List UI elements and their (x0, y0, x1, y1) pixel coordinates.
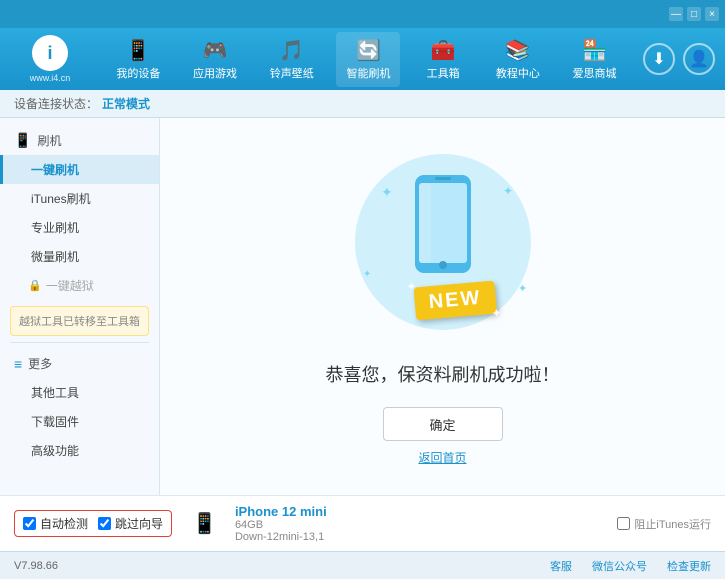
store-icon: 🏪 (582, 38, 607, 63)
toolbox-label: 工具箱 (427, 65, 460, 81)
sidebar-section-flash: 📱 刷机 (0, 126, 159, 155)
device-phone-icon: 📱 (192, 511, 217, 536)
device-info-area: 📱 iPhone 12 mini 64GB Down-12mini-13,1 (182, 504, 327, 543)
jailbreak-notice: 越狱工具已转移至工具箱 (10, 306, 149, 336)
itunes-note-label: 阻止iTunes运行 (634, 516, 711, 532)
minimize-btn[interactable]: — (669, 7, 683, 21)
status-value: 正常模式 (102, 95, 150, 112)
flash-section-icon: 📱 (14, 132, 31, 149)
success-illustration: ✦ ✦ ✦ ✦ ✦ NEW ✦ (333, 147, 553, 347)
sidebar-item-itunes-flash[interactable]: iTunes刷机 (0, 184, 159, 213)
confirm-button[interactable]: 确定 (383, 407, 503, 441)
footer-check-update[interactable]: 检查更新 (667, 558, 711, 574)
nav-toolbox[interactable]: 🧰 工具箱 (413, 32, 473, 87)
app-game-label: 应用游戏 (193, 65, 237, 81)
ringtone-icon: 🎵 (279, 38, 304, 63)
store-label: 爱思商城 (573, 65, 617, 81)
sidebar-item-pro-flash[interactable]: 专业刷机 (0, 213, 159, 242)
more-section-icon: ≡ (14, 356, 22, 372)
sidebar-section-more: ≡ 更多 (0, 349, 159, 378)
toolbox-icon: 🧰 (431, 38, 456, 63)
skip-wizard-checkbox-label[interactable]: 跳过向导 (98, 515, 163, 532)
more-section-label: 更多 (28, 355, 52, 372)
device-checkbox-area: 自动检测 跳过向导 (14, 510, 172, 537)
device-capacity: 64GB (235, 519, 327, 531)
user-button[interactable]: 👤 (683, 43, 715, 75)
my-device-icon: 📱 (126, 38, 151, 63)
status-label: 设备连接状态： (14, 95, 98, 112)
back-home-link[interactable]: 返回首页 (418, 449, 466, 466)
lock-icon: 🔒 (28, 279, 42, 292)
sidebar-item-jailbreak-disabled: 🔒 一键越狱 (0, 271, 159, 300)
success-message: 恭喜您，保资料刷机成功啦！ (326, 361, 560, 387)
logo-icon: i (32, 35, 68, 71)
logo-site: www.i4.cn (30, 73, 71, 83)
svg-text:✦: ✦ (503, 184, 513, 198)
footer-links: 客服 微信公众号 检查更新 (550, 558, 711, 574)
itunes-checkbox[interactable] (617, 517, 630, 530)
title-bar: — □ × (0, 0, 725, 28)
nav-right: ⬇ 👤 (643, 43, 715, 75)
nav-tutorial[interactable]: 📚 教程中心 (486, 32, 550, 87)
svg-text:✦: ✦ (381, 184, 393, 200)
footer-wechat[interactable]: 微信公众号 (592, 558, 647, 574)
smart-flash-icon: 🔄 (356, 38, 381, 63)
header: i www.i4.cn 📱 我的设备 🎮 应用游戏 🎵 铃声壁纸 🔄 智能刷机 … (0, 28, 725, 90)
sidebar-item-advanced[interactable]: 高级功能 (0, 436, 159, 465)
device-info: iPhone 12 mini 64GB Down-12mini-13,1 (225, 504, 327, 543)
content-area: ✦ ✦ ✦ ✦ ✦ NEW ✦ (160, 118, 725, 495)
itunes-label[interactable]: 阻止iTunes运行 (617, 516, 711, 532)
sidebar: 📱 刷机 一键刷机 iTunes刷机 专业刷机 微量刷机 🔒 一键越狱 越狱工具… (0, 118, 160, 495)
close-btn[interactable]: × (705, 7, 719, 21)
sidebar-divider (10, 342, 149, 343)
sidebar-item-other-tools[interactable]: 其他工具 (0, 378, 159, 407)
tutorial-label: 教程中心 (496, 65, 540, 81)
device-model: Down-12mini-13,1 (235, 531, 327, 543)
tutorial-icon: 📚 (505, 38, 530, 63)
footer: V7.98.66 客服 微信公众号 检查更新 (0, 551, 725, 579)
sidebar-item-download-firmware[interactable]: 下载固件 (0, 407, 159, 436)
skip-wizard-checkbox[interactable] (98, 517, 111, 530)
skip-wizard-label: 跳过向导 (115, 515, 163, 532)
nav-my-device[interactable]: 📱 我的设备 (106, 32, 170, 87)
main: 📱 刷机 一键刷机 iTunes刷机 专业刷机 微量刷机 🔒 一键越狱 越狱工具… (0, 118, 725, 495)
auto-detect-label: 自动检测 (40, 515, 88, 532)
nav-smart-flash[interactable]: 🔄 智能刷机 (336, 32, 400, 87)
nav-items: 📱 我的设备 🎮 应用游戏 🎵 铃声壁纸 🔄 智能刷机 🧰 工具箱 📚 教程中心… (100, 32, 633, 87)
status-bar: 设备连接状态： 正常模式 (0, 90, 725, 118)
device-bar: 自动检测 跳过向导 📱 iPhone 12 mini 64GB Down-12m… (0, 495, 725, 551)
nav-ringtone[interactable]: 🎵 铃声壁纸 (260, 32, 324, 87)
auto-detect-checkbox-label[interactable]: 自动检测 (23, 515, 88, 532)
maximize-btn[interactable]: □ (687, 7, 701, 21)
svg-text:✦: ✦ (518, 283, 527, 295)
flash-section-label: 刷机 (37, 132, 61, 149)
nav-store[interactable]: 🏪 爱思商城 (563, 32, 627, 87)
footer-version: V7.98.66 (14, 560, 530, 572)
nav-app-game[interactable]: 🎮 应用游戏 (183, 32, 247, 87)
auto-detect-checkbox[interactable] (23, 517, 36, 530)
sidebar-item-one-key-flash[interactable]: 一键刷机 (0, 155, 159, 184)
new-badge: ✦ NEW ✦ (413, 281, 496, 321)
footer-customer-service[interactable]: 客服 (550, 558, 572, 574)
app-game-icon: 🎮 (203, 38, 228, 63)
svg-text:✦: ✦ (363, 269, 371, 280)
smart-flash-label: 智能刷机 (346, 65, 390, 81)
sidebar-item-micro-flash[interactable]: 微量刷机 (0, 242, 159, 271)
my-device-label: 我的设备 (116, 65, 160, 81)
ringtone-label: 铃声壁纸 (270, 65, 314, 81)
logo[interactable]: i www.i4.cn (10, 34, 90, 84)
download-button[interactable]: ⬇ (643, 43, 675, 75)
device-name: iPhone 12 mini (235, 504, 327, 519)
